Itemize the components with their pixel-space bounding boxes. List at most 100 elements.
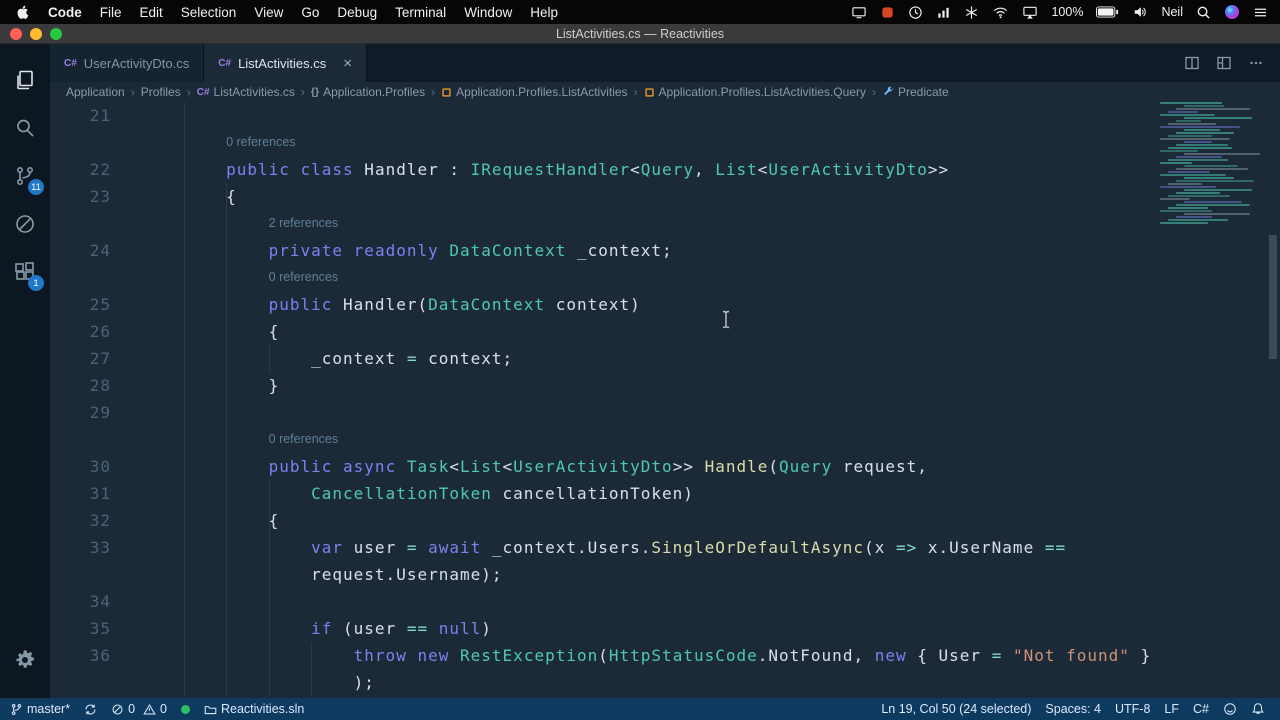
breadcrumb-item[interactable]: Predicate bbox=[882, 85, 949, 99]
code-line[interactable] bbox=[141, 588, 1280, 615]
menu-item-debug[interactable]: Debug bbox=[337, 5, 377, 20]
problems-item[interactable]: 0 0 bbox=[104, 698, 174, 720]
breadcrumb-item[interactable]: {} Application.Profiles bbox=[311, 85, 425, 99]
line-number[interactable]: 31 bbox=[50, 480, 141, 507]
line-number[interactable]: 27 bbox=[50, 345, 141, 372]
line-number[interactable]: 26 bbox=[50, 318, 141, 345]
wifi-icon[interactable] bbox=[992, 5, 1009, 20]
breadcrumb-item[interactable]: Application.Profiles.ListActivities bbox=[441, 85, 628, 99]
line-number[interactable]: 30 bbox=[50, 453, 141, 480]
line-number[interactable] bbox=[50, 210, 141, 237]
source-control-icon[interactable]: 11 bbox=[0, 152, 50, 200]
line-number[interactable] bbox=[50, 561, 141, 588]
tab-listactivities-cs[interactable]: C# ListActivities.cs × bbox=[204, 44, 367, 82]
spotlight-icon[interactable] bbox=[1196, 4, 1211, 20]
line-number[interactable] bbox=[50, 264, 141, 291]
line-number[interactable] bbox=[50, 129, 141, 156]
breadcrumb-item[interactable]: Application bbox=[66, 85, 125, 99]
line-number[interactable]: 22 bbox=[50, 156, 141, 183]
menu-item-terminal[interactable]: Terminal bbox=[395, 5, 446, 20]
extensions-icon[interactable]: 1 bbox=[0, 248, 50, 296]
status-indicator-dot[interactable] bbox=[174, 698, 197, 720]
code-line[interactable]: _context = context; bbox=[141, 345, 1280, 372]
line-number[interactable]: 34 bbox=[50, 588, 141, 615]
code-line[interactable]: CancellationToken cancellationToken) bbox=[141, 480, 1280, 507]
sync-icon[interactable] bbox=[77, 698, 104, 720]
apple-menu-icon[interactable] bbox=[16, 5, 29, 20]
line-number[interactable]: 21 bbox=[50, 102, 141, 129]
menu-item-code[interactable]: Code bbox=[48, 5, 82, 20]
menu-item-file[interactable]: File bbox=[100, 5, 122, 20]
volume-icon[interactable] bbox=[1132, 5, 1148, 19]
tab-useractivitydto-cs[interactable]: C# UserActivityDto.cs bbox=[50, 44, 205, 82]
encoding-setting[interactable]: UTF-8 bbox=[1108, 698, 1157, 720]
menu-item-window[interactable]: Window bbox=[464, 5, 512, 20]
code-line[interactable]: public class Handler : IRequestHandler<Q… bbox=[141, 156, 1280, 183]
eol-setting[interactable]: LF bbox=[1157, 698, 1186, 720]
menu-item-help[interactable]: Help bbox=[530, 5, 558, 20]
code-line[interactable]: { bbox=[141, 183, 1280, 210]
window-titlebar[interactable]: ListActivities.cs — Reactivities bbox=[0, 24, 1280, 44]
project-item[interactable]: Reactivities.sln bbox=[197, 698, 311, 720]
zoom-window-button[interactable] bbox=[50, 28, 62, 40]
user-menu-label[interactable]: Neil bbox=[1161, 5, 1183, 19]
code-line[interactable]: private readonly DataContext _context; bbox=[141, 237, 1280, 264]
git-branch-item[interactable]: master* bbox=[0, 698, 77, 720]
explorer-icon[interactable] bbox=[0, 56, 50, 104]
clock-icon[interactable] bbox=[908, 5, 923, 20]
code-line[interactable]: { bbox=[141, 507, 1280, 534]
codelens-references[interactable]: 2 references bbox=[141, 210, 338, 237]
breadcrumb-item[interactable]: Profiles bbox=[141, 85, 181, 99]
debug-icon[interactable] bbox=[0, 200, 50, 248]
line-number[interactable]: 25 bbox=[50, 291, 141, 318]
breadcrumb-item[interactable]: Application.Profiles.ListActivities.Quer… bbox=[644, 85, 866, 99]
cursor-position[interactable]: Ln 19, Col 50 (24 selected) bbox=[874, 698, 1038, 720]
notifications-bell-icon[interactable] bbox=[1244, 698, 1272, 720]
codelens-references[interactable]: 0 references bbox=[141, 426, 338, 453]
display-icon[interactable] bbox=[851, 5, 867, 20]
settings-gear-icon[interactable] bbox=[0, 636, 50, 684]
line-number[interactable]: 35 bbox=[50, 615, 141, 642]
line-number[interactable]: 32 bbox=[50, 507, 141, 534]
siri-icon[interactable] bbox=[1224, 4, 1240, 20]
breadcrumb-item[interactable]: C# ListActivities.cs bbox=[197, 85, 295, 99]
menu-lines-icon[interactable] bbox=[1253, 4, 1268, 20]
indentation-setting[interactable]: Spaces: 4 bbox=[1038, 698, 1108, 720]
menu-item-go[interactable]: Go bbox=[301, 5, 319, 20]
snowflake-icon[interactable] bbox=[964, 5, 979, 20]
code-line[interactable]: request.Username); bbox=[141, 561, 1280, 588]
editor-layout-icon[interactable] bbox=[1216, 55, 1232, 71]
line-number[interactable]: 36 bbox=[50, 642, 141, 669]
line-number[interactable] bbox=[50, 669, 141, 696]
battery-icon[interactable] bbox=[1096, 5, 1119, 19]
menu-item-view[interactable]: View bbox=[254, 5, 283, 20]
line-number[interactable] bbox=[50, 426, 141, 453]
record-icon[interactable] bbox=[880, 5, 895, 20]
code-line[interactable] bbox=[141, 399, 1280, 426]
line-number[interactable]: 28 bbox=[50, 372, 141, 399]
minimize-window-button[interactable] bbox=[30, 28, 42, 40]
code-line[interactable]: if (user == null) bbox=[141, 615, 1280, 642]
airplay-icon[interactable] bbox=[1022, 5, 1038, 20]
line-number[interactable]: 33 bbox=[50, 534, 141, 561]
minimap[interactable] bbox=[1160, 102, 1264, 232]
close-window-button[interactable] bbox=[10, 28, 22, 40]
menu-item-edit[interactable]: Edit bbox=[140, 5, 163, 20]
split-editor-icon[interactable] bbox=[1184, 55, 1200, 71]
feedback-smiley-icon[interactable] bbox=[1216, 698, 1244, 720]
levels-icon[interactable] bbox=[936, 5, 951, 20]
line-number[interactable]: 29 bbox=[50, 399, 141, 426]
code-line[interactable]: } bbox=[141, 372, 1280, 399]
close-tab-icon[interactable]: × bbox=[343, 56, 352, 71]
codelens-references[interactable]: 0 references bbox=[141, 264, 338, 291]
code-line[interactable]: public Handler(DataContext context) bbox=[141, 291, 1280, 318]
codelens-references[interactable]: 0 references bbox=[141, 129, 295, 156]
search-icon[interactable] bbox=[0, 104, 50, 152]
code-line[interactable]: var user = await _context.Users.SingleOr… bbox=[141, 534, 1280, 561]
more-actions-icon[interactable] bbox=[1248, 55, 1264, 71]
code-line[interactable] bbox=[141, 102, 1280, 129]
menu-item-selection[interactable]: Selection bbox=[181, 5, 237, 20]
vertical-scrollbar-thumb[interactable] bbox=[1269, 235, 1277, 359]
editor[interactable]: 21 0 references 22 public class Handler : … bbox=[50, 102, 1280, 698]
language-mode[interactable]: C# bbox=[1186, 698, 1216, 720]
